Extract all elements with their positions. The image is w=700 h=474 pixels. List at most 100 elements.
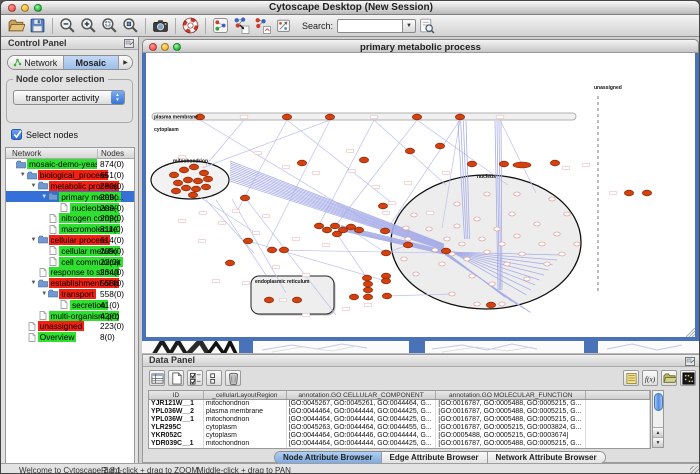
table-row[interactable]: YPL036W__2plasma membrane[GO:0044464, GO…	[149, 408, 650, 416]
network-node[interactable]	[292, 297, 301, 303]
network-node[interactable]	[444, 237, 450, 241]
network-node[interactable]	[504, 262, 510, 266]
expand-arrow-icon[interactable]: ▼	[30, 236, 38, 244]
tree-row[interactable]: cell communicat22(0)	[6, 256, 134, 267]
network-node[interactable]	[381, 250, 390, 256]
network-node[interactable]	[332, 231, 341, 237]
network-node[interactable]	[201, 184, 210, 190]
expand-arrow-icon[interactable]: ▼	[19, 171, 27, 179]
canvas-resize-grip[interactable]	[689, 331, 695, 337]
tree-row[interactable]: macromolecule311(0)	[6, 224, 134, 235]
network-node[interactable]	[534, 222, 540, 226]
tree-row[interactable]: multi-organism pro42(0)	[6, 310, 134, 321]
scrollbar-thumb[interactable]	[654, 393, 663, 411]
search-input[interactable]	[337, 19, 403, 33]
network-node[interactable]	[403, 226, 409, 230]
select-attributes-icon[interactable]	[187, 370, 203, 386]
network-node[interactable]	[363, 287, 372, 293]
network-canvas[interactable]: plasma membranecytoplasmmitochondrionnuc…	[146, 53, 695, 337]
network-node[interactable]	[243, 238, 252, 244]
network-node[interactable]	[381, 278, 390, 284]
network-node[interactable]	[549, 197, 555, 201]
import-attributes-icon[interactable]	[661, 370, 677, 386]
network-node[interactable]	[188, 192, 197, 198]
table-row[interactable]: YKR052Ccytoplasm[GO:0044464, GO:0044446,…	[149, 432, 650, 440]
tree-row[interactable]: secretion41(0)	[6, 299, 134, 310]
network-node[interactable]	[513, 162, 531, 168]
network-node[interactable]	[524, 277, 530, 281]
table-column-header[interactable]	[586, 391, 650, 399]
attribute-table-icon[interactable]	[149, 370, 165, 386]
network-node[interactable]	[401, 257, 407, 261]
attribute-matrix-icon[interactable]	[680, 370, 696, 386]
network-node[interactable]	[380, 228, 389, 234]
table-column-header[interactable]: _cellularLayoutRegion	[204, 391, 287, 399]
tab-network-attribute-browser[interactable]: Network Attribute Browser	[488, 452, 605, 463]
import-network-icon[interactable]	[232, 16, 251, 35]
search-options-icon[interactable]	[417, 16, 436, 35]
zoom-fit-icon[interactable]	[121, 16, 140, 35]
network-node[interactable]	[378, 203, 387, 209]
network-node[interactable]	[173, 180, 182, 186]
save-icon[interactable]	[28, 16, 47, 35]
network-node[interactable]	[432, 248, 438, 252]
network-node[interactable]	[411, 213, 417, 217]
network-node[interactable]	[183, 177, 192, 183]
network-node[interactable]	[439, 262, 445, 266]
network-node[interactable]	[544, 262, 550, 266]
tree-col-nodes[interactable]: Nodes	[97, 149, 124, 158]
network-node[interactable]	[467, 161, 476, 167]
tree-row[interactable]: cellular metabo209(0)	[6, 245, 134, 256]
expand-arrow-icon[interactable]: ▼	[40, 290, 48, 298]
network-node[interactable]	[282, 114, 291, 120]
network-icon[interactable]	[211, 16, 230, 35]
expand-arrow-icon[interactable]: ▼	[40, 193, 48, 201]
network-node[interactable]	[484, 192, 490, 196]
table-row[interactable]: YJR121W__1mitochondrion[GO:0045267, GO:0…	[149, 400, 650, 408]
network-node[interactable]	[314, 223, 323, 229]
network-node[interactable]	[454, 202, 460, 206]
network-node[interactable]	[484, 250, 490, 254]
tree-row[interactable]: mosaic-demo-yeast874(0)	[6, 159, 134, 170]
network-node[interactable]	[330, 223, 339, 229]
network-node[interactable]	[574, 242, 580, 246]
network-node[interactable]	[405, 148, 414, 154]
network-node[interactable]	[642, 190, 651, 196]
network-node[interactable]	[349, 294, 358, 300]
table-column-header[interactable]: annotation.GO MOLECULAR_FUNCTION	[436, 391, 586, 399]
float-panel-icon[interactable]	[685, 357, 695, 366]
delete-attribute-icon[interactable]	[225, 370, 241, 386]
tab-mosaic[interactable]: Mosaic	[64, 56, 120, 69]
node-color-dropdown[interactable]: transporter activity ▲▼	[13, 90, 125, 105]
network-node[interactable]	[564, 212, 570, 216]
network-node[interactable]	[382, 293, 391, 299]
new-attribute-icon[interactable]	[168, 370, 184, 386]
network-node[interactable]	[279, 247, 288, 253]
network-node[interactable]	[267, 247, 276, 253]
table-column-header[interactable]: ID	[149, 391, 204, 399]
resize-grip[interactable]	[690, 466, 700, 474]
network-node[interactable]	[514, 234, 520, 238]
network-node[interactable]	[179, 167, 188, 173]
network-node[interactable]	[363, 281, 372, 287]
tree-row[interactable]: nucleobase-209(0)	[6, 202, 134, 213]
network-node[interactable]	[519, 252, 525, 256]
network-node[interactable]	[240, 195, 249, 201]
network-window-titlebar[interactable]: primary metabolic process	[142, 39, 699, 53]
tab-edge-attribute-browser[interactable]: Edge Attribute Browser	[382, 452, 488, 463]
network-node[interactable]	[559, 252, 565, 256]
network-node[interactable]	[171, 188, 180, 194]
network-node[interactable]	[441, 248, 450, 254]
table-row[interactable]: YLR295Ccytoplasm[GO:0045263, GO:0044464,…	[149, 424, 650, 432]
canvas-resize-grip[interactable]	[692, 334, 695, 337]
tree-row[interactable]: ▼transport558(0)	[6, 289, 134, 300]
tree-col-network[interactable]: Network	[12, 149, 41, 158]
tree-row[interactable]: response to stimulu264(0)	[6, 267, 134, 278]
network-node[interactable]	[474, 217, 480, 221]
tree-row[interactable]: Overview8(0)	[6, 332, 134, 343]
select-nodes-checkbox[interactable]	[11, 129, 22, 140]
network-node[interactable]	[426, 227, 432, 231]
network-node[interactable]	[225, 260, 234, 266]
network-node[interactable]	[203, 176, 212, 182]
network-node[interactable]	[459, 242, 465, 246]
